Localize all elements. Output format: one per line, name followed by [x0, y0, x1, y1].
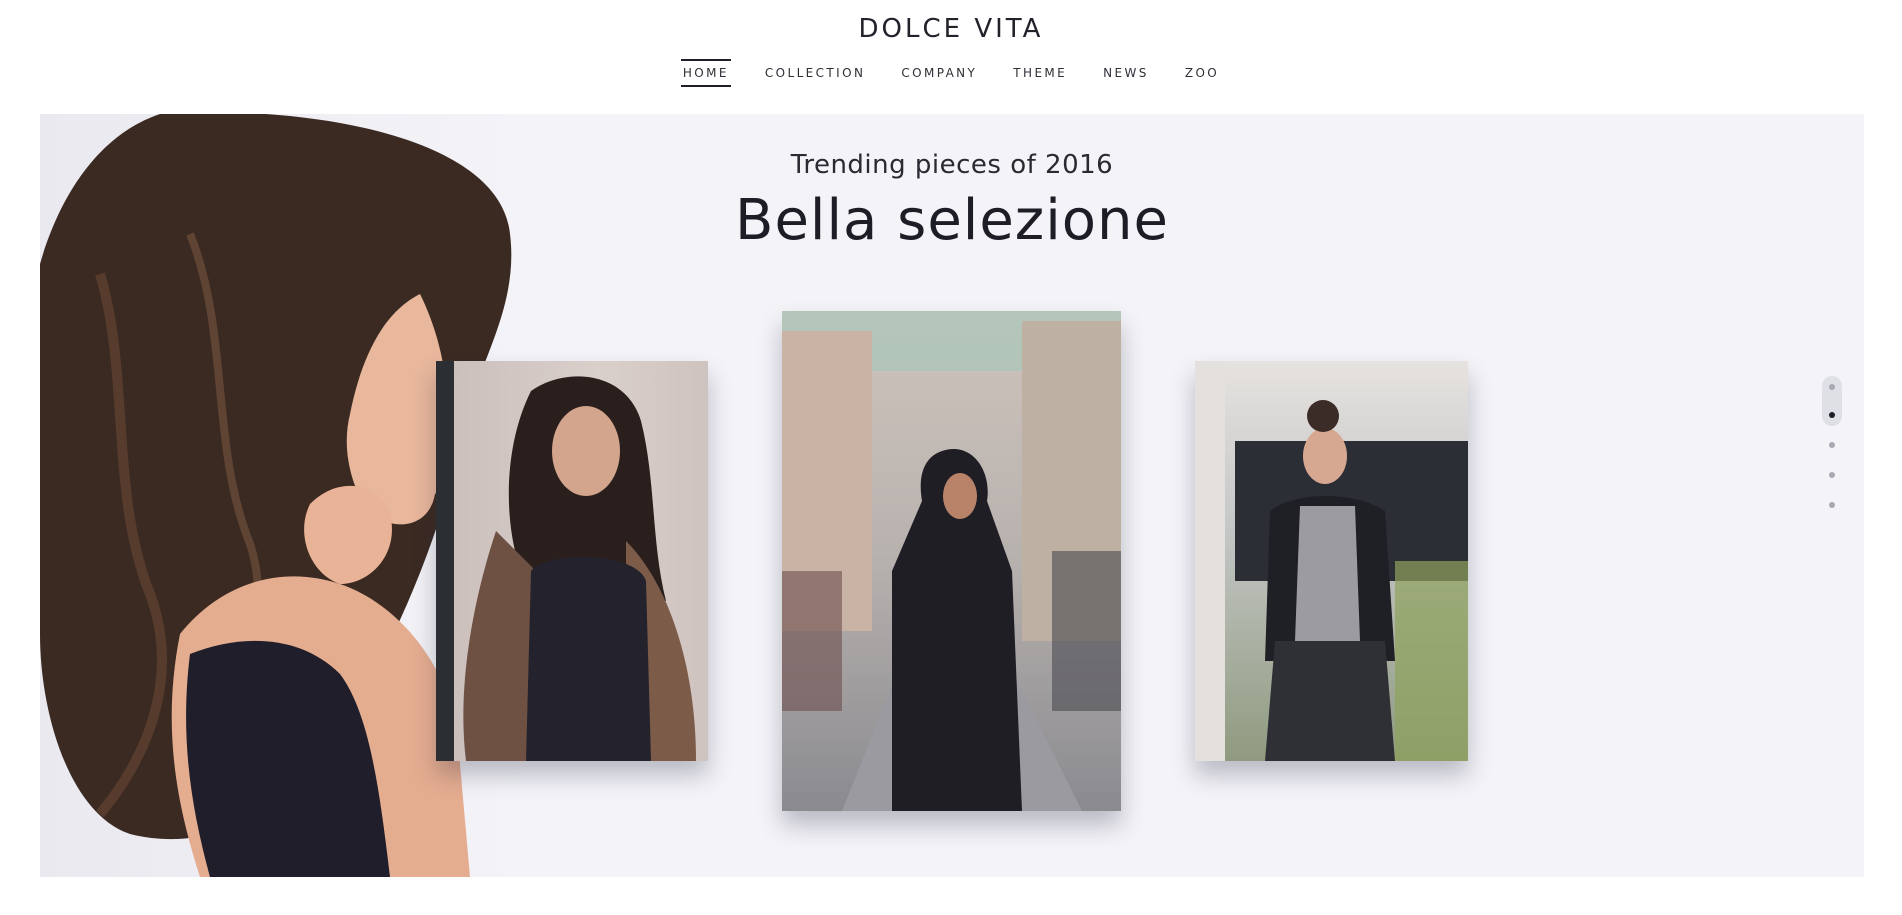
hero-subtitle: Trending pieces of 2016	[790, 150, 1114, 180]
product-card-left[interactable]	[436, 361, 708, 761]
nav-item-company[interactable]: COMPANY	[899, 56, 979, 90]
hero-section: Trending pieces of 2016 Bella selezione	[40, 114, 1864, 877]
slider-pagination	[1822, 376, 1842, 508]
nav-item-zoo[interactable]: ZOO	[1183, 56, 1221, 90]
product-card-right[interactable]	[1195, 361, 1468, 761]
nav-item-theme[interactable]: THEME	[1011, 56, 1069, 90]
model-fur-coat-photo	[436, 361, 696, 761]
slider-dot-4[interactable]	[1829, 472, 1835, 478]
model-street-photo	[782, 311, 1121, 811]
nav-item-collection[interactable]: COLLECTION	[763, 56, 867, 90]
slider-dot-1[interactable]	[1829, 384, 1835, 390]
slider-dot-3[interactable]	[1829, 442, 1835, 448]
brand-logo[interactable]: DOLCE VITA	[0, 14, 1902, 44]
slider-dot-2[interactable]	[1829, 412, 1835, 418]
slider-dot-5[interactable]	[1829, 502, 1835, 508]
nav-item-news[interactable]: NEWS	[1101, 56, 1151, 90]
hero-title: Bella selezione	[735, 188, 1169, 253]
slider-active-pill	[1822, 376, 1842, 426]
nav-item-home[interactable]: HOME	[680, 56, 731, 90]
product-card-center[interactable]	[782, 311, 1121, 811]
main-nav: HOME COLLECTION COMPANY THEME NEWS ZOO	[0, 56, 1902, 90]
model-leather-skirt-photo	[1195, 361, 1468, 761]
